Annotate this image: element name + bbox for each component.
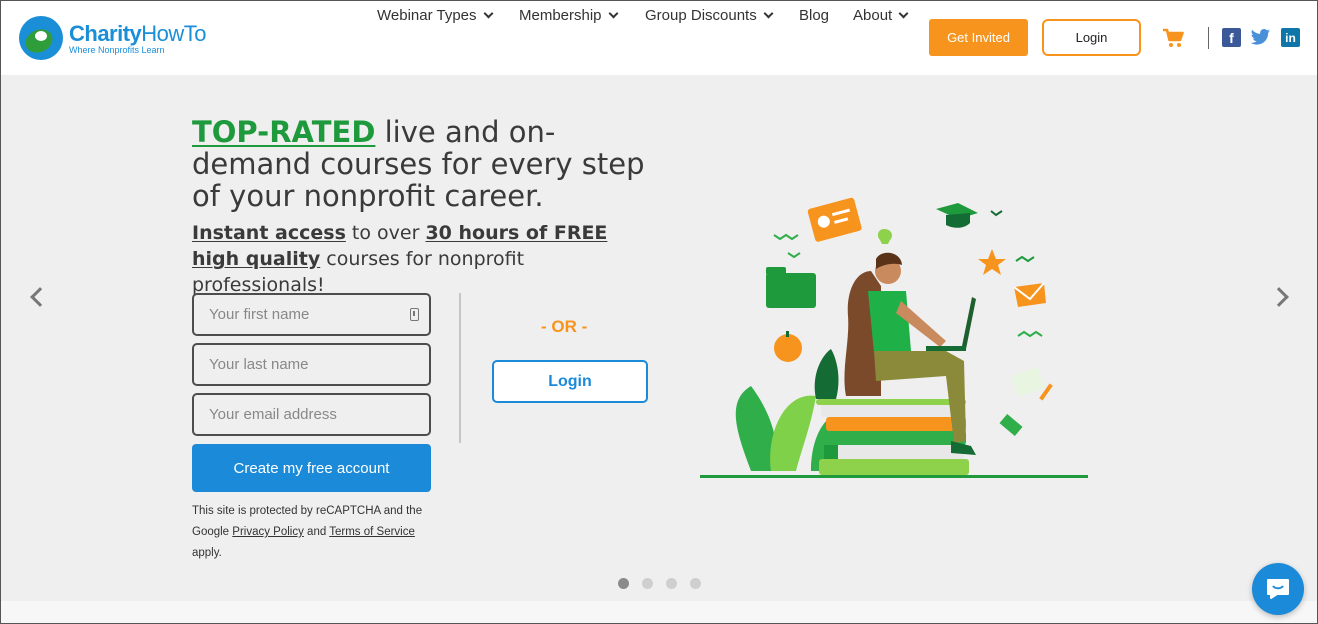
logo-name-howto: HowTo xyxy=(141,21,207,46)
student-laptop-illustration xyxy=(700,197,1088,478)
carousel-dot-2[interactable] xyxy=(642,578,653,589)
create-account-button[interactable]: Create my free account xyxy=(192,444,431,492)
nav-webinar-types[interactable]: Webinar Types xyxy=(377,7,493,24)
chevron-down-icon xyxy=(763,8,774,19)
form-divider xyxy=(459,293,461,443)
charityhowto-logo[interactable]: CharityHowTo Where Nonprofits Learn xyxy=(19,15,219,61)
carousel-dot-1[interactable] xyxy=(618,578,629,589)
logo-name-charity: Charity xyxy=(69,21,142,46)
chevron-down-icon xyxy=(483,8,493,19)
carousel-dot-3[interactable] xyxy=(666,578,677,589)
page-bottom-strip xyxy=(1,601,1317,623)
recaptcha-notice: This site is protected by reCAPTCHA and … xyxy=(192,505,423,559)
twitter-icon[interactable] xyxy=(1250,28,1271,47)
header-divider xyxy=(1208,27,1209,49)
hero-subheadline: Instant access to over 30 hours of FREE … xyxy=(192,222,608,296)
chevron-down-icon xyxy=(898,8,909,19)
site-header: CharityHowTo Where Nonprofits Learn Webi… xyxy=(1,1,1317,75)
hero-login-button[interactable]: Login xyxy=(492,360,648,403)
nav-about[interactable]: About xyxy=(853,7,909,24)
nav-membership[interactable]: Membership xyxy=(519,7,618,24)
chat-widget-button[interactable] xyxy=(1252,563,1304,615)
carousel-dot-4[interactable] xyxy=(690,578,701,589)
email-field[interactable]: Your email address xyxy=(192,393,431,436)
chevron-down-icon xyxy=(608,8,618,19)
autofill-icon xyxy=(410,308,419,321)
cart-icon[interactable] xyxy=(1162,28,1184,48)
header-login-button[interactable]: Login xyxy=(1042,19,1141,56)
terms-of-service-link[interactable]: Terms of Service xyxy=(329,526,415,538)
headline-highlight: TOP-RATED xyxy=(192,115,376,149)
last-name-field[interactable]: Your last name xyxy=(192,343,431,386)
logo-mark-icon xyxy=(19,16,63,60)
nav-group-discounts[interactable]: Group Discounts xyxy=(645,7,774,24)
get-invited-button[interactable]: Get Invited xyxy=(929,19,1028,56)
chat-bubble-icon xyxy=(1267,579,1289,599)
logo-tagline: Where Nonprofits Learn xyxy=(69,45,165,55)
privacy-policy-link[interactable]: Privacy Policy xyxy=(232,526,304,538)
nav-blog[interactable]: Blog xyxy=(799,7,829,24)
linkedin-icon[interactable]: in xyxy=(1281,28,1300,47)
facebook-icon[interactable]: f xyxy=(1222,28,1241,47)
first-name-field[interactable]: Your first name xyxy=(192,293,431,336)
or-separator: - OR - xyxy=(541,317,588,336)
hero-headline: TOP-RATED live and on-demand courses for… xyxy=(192,116,662,212)
